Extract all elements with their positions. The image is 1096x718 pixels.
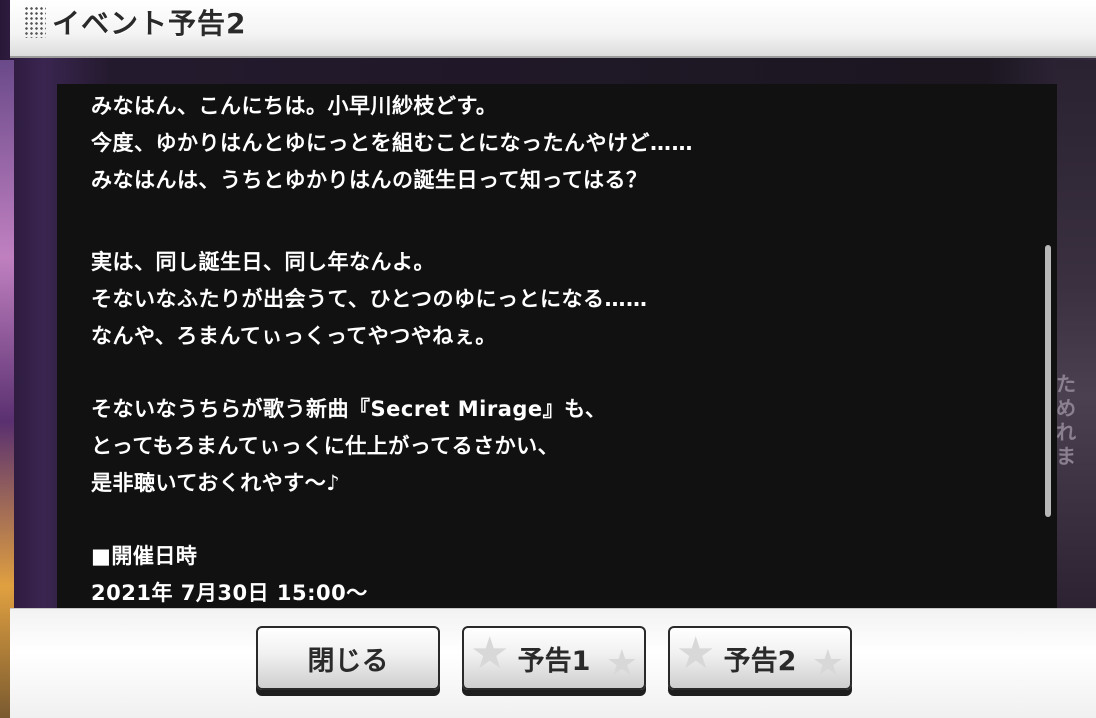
- background-art-right: [1056, 60, 1096, 620]
- dialog-title-bar: イベント予告2: [10, 0, 1096, 58]
- event-date-section: ■開催日時 2021年 7月30日 15:00～: [91, 538, 1011, 608]
- message-line: みなはんは、うちとゆかりはんの誕生日って知ってはる？: [91, 168, 648, 192]
- preview-1-button[interactable]: ★ ★ 予告1: [462, 626, 646, 690]
- event-date-value: 2021年 7月30日 15:00～: [91, 581, 368, 605]
- star-decoration-icon: ★: [605, 643, 638, 684]
- preview-2-button[interactable]: ★ ★ 予告2: [668, 626, 852, 690]
- message-line: 実は、同し誕生日、同し年なんよ。: [91, 250, 435, 274]
- message-panel[interactable]: みなはん、こんにちは。小早川紗枝どす。 今度、ゆかりはんとゆにっとを組むことにな…: [57, 84, 1057, 608]
- message-paragraph: みなはん、こんにちは。小早川紗枝どす。 今度、ゆかりはんとゆにっとを組むことにな…: [91, 88, 1011, 199]
- event-date-heading: ■開催日時: [91, 544, 198, 568]
- star-decoration-icon: ★: [811, 643, 844, 684]
- message-line: 今度、ゆかりはんとゆにっとを組むことになったんやけど……: [91, 131, 693, 155]
- dotted-grip-icon: [24, 6, 46, 38]
- star-decoration-icon: ★: [676, 628, 716, 679]
- message-line: そないなうちらが歌う新曲『Secret Mirage』も、: [91, 397, 607, 421]
- close-button[interactable]: 閉じる: [256, 626, 440, 690]
- message-paragraph: そないなうちらが歌う新曲『Secret Mirage』も、 とってもろまんてぃっ…: [91, 391, 1011, 502]
- star-decoration-icon: ★: [470, 628, 510, 679]
- background-partial-text: ため れま: [1056, 372, 1076, 468]
- close-button-label: 閉じる: [307, 645, 389, 677]
- message-line: そないなふたりが出会うて、ひとつのゆにっとになる……: [91, 287, 648, 311]
- event-preview-screen: ため れま イベント予告2 みなはん、こんにちは。小早川紗枝どす。 今度、ゆかり…: [0, 0, 1096, 718]
- dialog-title: イベント予告2: [52, 7, 247, 40]
- message-line: なんや、ろまんてぃっくってやつやねぇ。: [91, 324, 497, 348]
- message-line: みなはん、こんにちは。小早川紗枝どす。: [91, 94, 498, 118]
- preview-1-button-label: 予告1: [517, 645, 591, 677]
- preview-2-button-label: 予告2: [723, 645, 797, 677]
- message-line: とってもろまんてぃっくに仕上がってるさかい、: [91, 434, 560, 458]
- message-paragraph: 実は、同し誕生日、同し年なんよ。 そないなふたりが出会うて、ひとつのゆにっとにな…: [91, 244, 1011, 355]
- message-body: みなはん、こんにちは。小早川紗枝どす。 今度、ゆかりはんとゆにっとを組むことにな…: [91, 88, 1011, 608]
- message-scrollbar[interactable]: [1045, 245, 1051, 517]
- message-line: 是非聴いておくれやす～♪: [91, 471, 341, 495]
